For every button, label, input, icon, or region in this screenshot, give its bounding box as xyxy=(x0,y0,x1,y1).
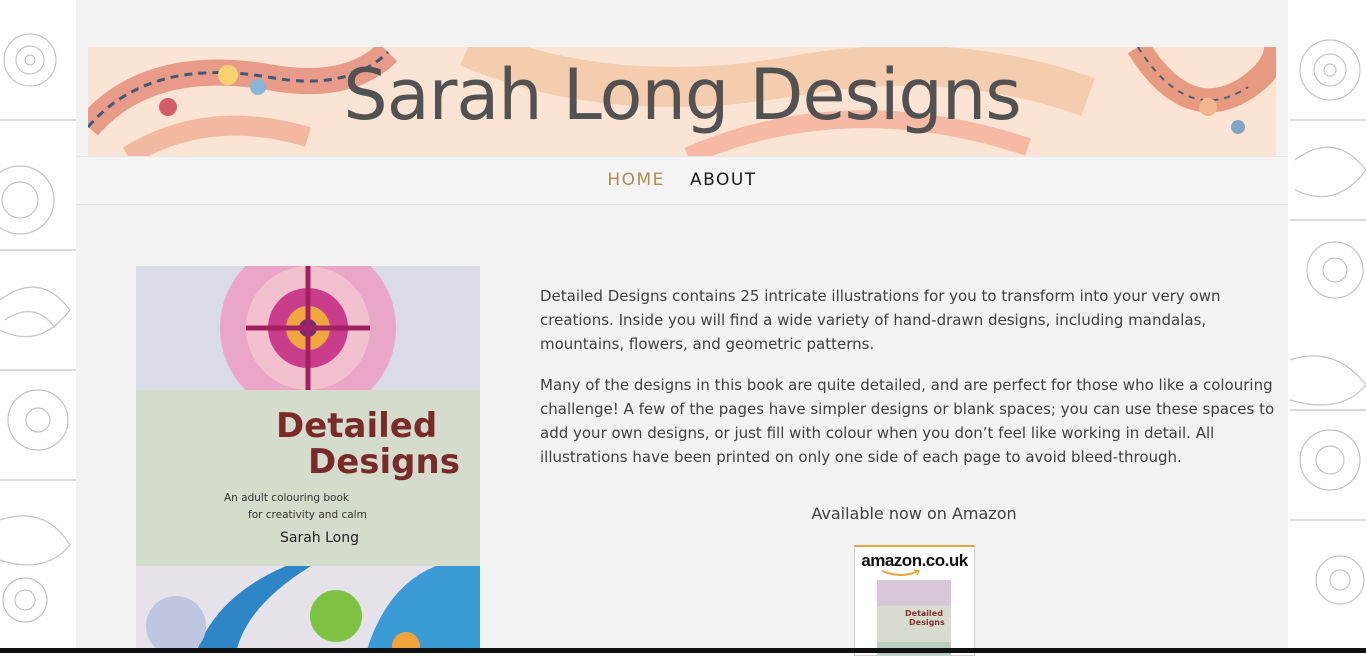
cover-mandala-art xyxy=(136,266,480,416)
main-navigation: HOME ABOUT xyxy=(76,156,1288,205)
cover-title-line1: Detailed xyxy=(276,406,438,446)
amazon-smile-icon xyxy=(881,569,921,576)
description-paragraph-2: Many of the designs in this book are qui… xyxy=(540,376,1275,466)
cover-title-line2: Designs xyxy=(308,442,460,482)
amazon-logo: amazon.co.uk xyxy=(861,551,968,570)
amazon-product-link[interactable]: amazon.co.uk Detailed Designs xyxy=(854,545,975,656)
book-description: Detailed Designs contains 25 intricate i… xyxy=(540,284,1290,486)
top-strip xyxy=(76,0,1288,47)
thumbnail-mandala xyxy=(877,580,951,606)
bottom-edge-bar xyxy=(0,648,1366,653)
cover-bottom-art xyxy=(136,566,480,653)
amazon-book-thumbnail: Detailed Designs xyxy=(877,580,951,655)
cover-subtitle-line2: for creativity and calm xyxy=(248,509,367,521)
header-banner: Sarah Long Designs xyxy=(88,47,1276,156)
thumbnail-title-line1: Detailed xyxy=(905,609,943,618)
site-title[interactable]: Sarah Long Designs xyxy=(88,47,1276,156)
book-cover-image: Detailed Designs An adult colouring book… xyxy=(136,266,480,653)
page-container: Sarah Long Designs HOME ABOUT Detailed D… xyxy=(76,0,1290,656)
cover-title-panel: Detailed Designs An adult colouring book… xyxy=(136,390,480,566)
available-on-amazon-text: Available now on Amazon xyxy=(811,504,1017,523)
thumbnail-title-line2: Designs xyxy=(909,618,945,627)
nav-home-link[interactable]: HOME xyxy=(607,157,665,204)
cover-subtitle-line1: An adult colouring book xyxy=(224,492,349,504)
description-paragraph-1: Detailed Designs contains 25 intricate i… xyxy=(540,287,1221,353)
nav-about-link[interactable]: ABOUT xyxy=(690,157,757,204)
cover-author: Sarah Long xyxy=(280,530,360,546)
